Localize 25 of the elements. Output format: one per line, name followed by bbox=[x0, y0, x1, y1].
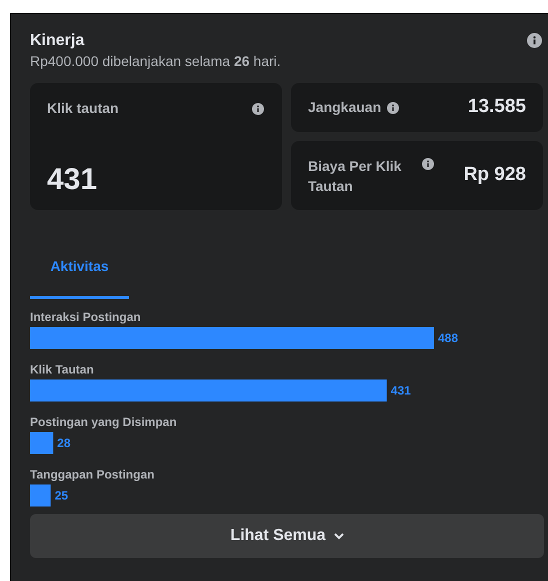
info-icon[interactable] bbox=[422, 158, 434, 170]
bar-value: 25 bbox=[54, 488, 68, 502]
bar-value: 28 bbox=[57, 436, 71, 450]
info-icon[interactable] bbox=[387, 102, 400, 114]
chevron-down-icon bbox=[334, 532, 344, 540]
bar-label: Klik Tautan bbox=[30, 362, 94, 376]
bar bbox=[30, 432, 54, 454]
bar-label: Postingan yang Disimpan bbox=[30, 415, 177, 429]
bar-label: Interaksi Postingan bbox=[30, 310, 141, 324]
bar-label: Tanggapan Postingan bbox=[30, 468, 154, 482]
panel-title: Kinerja bbox=[30, 31, 84, 51]
metric-value: 13.585 bbox=[468, 95, 526, 120]
metric-value: 431 bbox=[47, 162, 98, 198]
metric-label: Klik tautan bbox=[47, 99, 119, 118]
tab[interactable]: Aktivitas bbox=[30, 249, 129, 299]
bar-value: 488 bbox=[438, 331, 458, 345]
see-all-button[interactable]: Lihat Semua bbox=[30, 514, 544, 558]
panel-subtitle: Rp400.000 dibelanjakan selama 26 hari. bbox=[30, 52, 282, 70]
info-icon[interactable] bbox=[252, 102, 264, 114]
bar-value: 431 bbox=[390, 384, 411, 398]
metric-value: Rp 928 bbox=[464, 163, 526, 188]
info-icon[interactable] bbox=[527, 33, 542, 48]
bar bbox=[30, 484, 51, 506]
metric-label: Jangkauan bbox=[308, 98, 382, 117]
metric-label: Biaya Per Klik Tautan bbox=[308, 156, 402, 196]
